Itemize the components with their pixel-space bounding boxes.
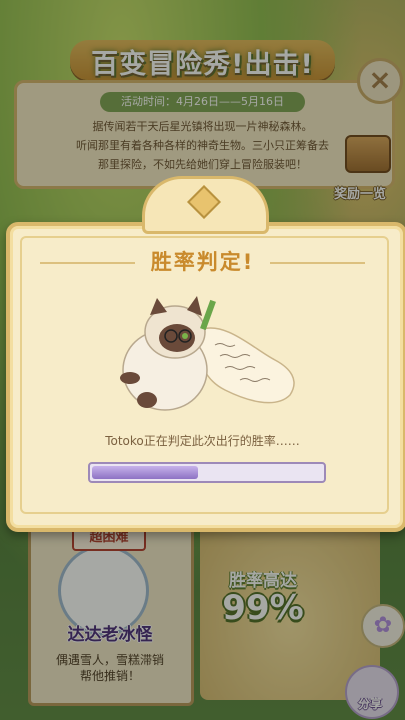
dialog-title: 胜率判定! <box>150 250 255 274</box>
status-text: Totoko正在判定此次出行的胜率…… <box>105 434 300 448</box>
progress-fill <box>92 466 198 479</box>
cat-reading-scroll-illustration <box>120 296 295 411</box>
progress-bar <box>88 462 326 483</box>
